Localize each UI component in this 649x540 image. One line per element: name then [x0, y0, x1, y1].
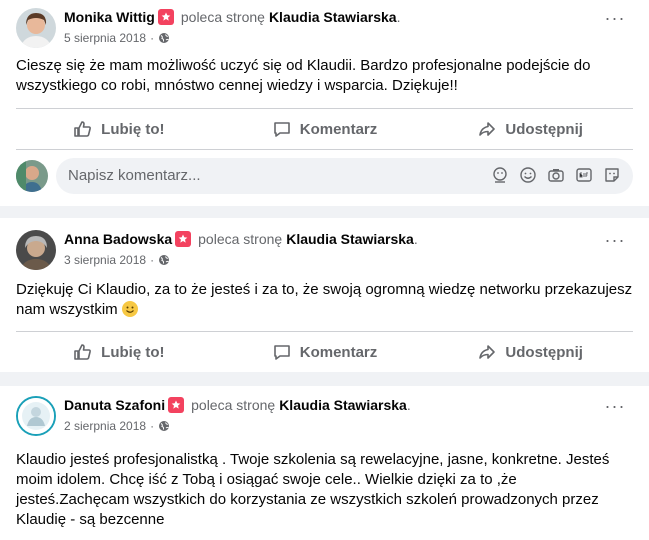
page-name[interactable]: Klaudia Stawiarska — [269, 9, 397, 25]
post-date[interactable]: 3 sierpnia 2018 — [64, 253, 146, 267]
divider — [16, 149, 633, 150]
smiley-emoji-icon — [121, 301, 138, 317]
post-header: Anna Badowska poleca stronę Klaudia Stawia… — [16, 228, 633, 272]
gif-icon[interactable] — [575, 166, 593, 184]
post-meta: 5 sierpnia 2018 · — [64, 30, 170, 46]
post-card-2: Anna Badowska poleca stronę Klaudia Stawia… — [0, 218, 649, 372]
recommend-icon — [175, 231, 192, 247]
title-dot: . — [413, 231, 418, 247]
comment-button[interactable]: Komentarz — [222, 109, 428, 149]
comment-button[interactable]: Komentarz — [222, 332, 428, 372]
recommend-icon — [168, 397, 185, 413]
comment-placeholder: Napisz komentarz... — [68, 167, 201, 184]
like-label: Lubię to! — [101, 343, 165, 361]
post-title-line: Danuta Szafoni poleca stronę Klaudia Stawi… — [64, 396, 411, 414]
post-date[interactable]: 2 sierpnia 2018 — [64, 419, 146, 433]
thumbs-up-icon — [74, 121, 92, 137]
author-name[interactable]: Monika Wittig — [64, 9, 155, 25]
author-avatar[interactable] — [16, 230, 56, 270]
recommend-icon — [157, 9, 174, 25]
recommend-verb: poleca stronę — [180, 9, 265, 25]
share-label: Udostępnij — [505, 120, 583, 138]
emoji-icon[interactable] — [519, 166, 537, 184]
meta-separator: · — [150, 31, 155, 45]
page-name[interactable]: Klaudia Stawiarska — [286, 231, 414, 247]
recommend-verb: poleca stronę — [191, 397, 276, 413]
like-button[interactable]: Lubię to! — [16, 332, 222, 372]
globe-icon — [159, 33, 170, 43]
author-name[interactable]: Danuta Szafoni — [64, 397, 165, 413]
comment-label: Komentarz — [299, 343, 378, 361]
meta-separator: · — [150, 253, 155, 267]
comment-icon — [273, 345, 290, 360]
share-icon — [479, 345, 496, 359]
share-button[interactable]: Udostępnij — [427, 109, 633, 149]
post-text: Dziękuję Ci Klaudio, za to że jesteś i z… — [16, 280, 633, 320]
title-dot: . — [396, 9, 401, 25]
comment-label: Komentarz — [299, 120, 378, 138]
globe-icon — [159, 421, 170, 431]
post-header: Danuta Szafoni poleca stronę Klaudia Stawi… — [16, 394, 633, 438]
comment-tools — [491, 166, 621, 184]
post-title-line: Anna Badowska poleca stronę Klaudia Stawia… — [64, 230, 418, 248]
recommend-verb: poleca stronę — [198, 231, 283, 247]
more-options-icon[interactable]: ··· — [603, 231, 627, 258]
share-button[interactable]: Udostępnij — [427, 332, 633, 372]
action-bar: Lubię to! Komentarz Udostępnij — [16, 332, 633, 372]
author-name[interactable]: Anna Badowska — [64, 231, 172, 247]
post-title-line: Monika Wittig poleca stronę Klaudia Stawia… — [64, 8, 400, 26]
post-card-1: Monika Wittig poleca stronę Klaudia Stawia… — [0, 0, 649, 206]
post-meta: 3 sierpnia 2018 · — [64, 252, 170, 268]
more-options-icon[interactable]: ··· — [603, 397, 627, 424]
title-dot: . — [406, 397, 411, 413]
post-card-3: Danuta Szafoni poleca stronę Klaudia Stawi… — [0, 386, 649, 540]
like-button[interactable]: Lubię to! — [16, 109, 222, 149]
more-options-icon[interactable]: ··· — [603, 9, 627, 36]
current-user-avatar[interactable] — [16, 160, 48, 192]
post-header: Monika Wittig poleca stronę Klaudia Stawia… — [16, 6, 633, 50]
post-date[interactable]: 5 sierpnia 2018 — [64, 31, 146, 45]
author-avatar[interactable] — [16, 8, 56, 48]
post-text: Klaudio jesteś profesjonalistką . Twoje … — [16, 451, 610, 528]
post-text: Cieszę się że mam możliwość uczyć się od… — [16, 57, 591, 94]
camera-icon[interactable] — [547, 166, 565, 184]
meta-separator: · — [150, 419, 155, 433]
like-label: Lubię to! — [101, 120, 165, 138]
comment-icon — [273, 122, 290, 137]
avatar-sticker-icon[interactable] — [491, 166, 509, 184]
share-label: Udostępnij — [505, 343, 583, 361]
action-bar: Lubię to! Komentarz Udostępnij — [16, 109, 633, 149]
sticker-icon[interactable] — [603, 166, 621, 184]
share-icon — [479, 122, 496, 136]
comment-row: Napisz komentarz... — [16, 158, 633, 194]
globe-icon — [159, 255, 170, 265]
comment-input[interactable]: Napisz komentarz... — [56, 158, 633, 194]
post-meta: 2 sierpnia 2018 · — [64, 418, 170, 434]
page-name[interactable]: Klaudia Stawiarska — [279, 397, 407, 413]
author-avatar[interactable] — [16, 396, 56, 436]
post-text-content: Dziękuję Ci Klaudio, za to że jesteś i z… — [16, 281, 633, 318]
thumbs-up-icon — [74, 344, 92, 360]
